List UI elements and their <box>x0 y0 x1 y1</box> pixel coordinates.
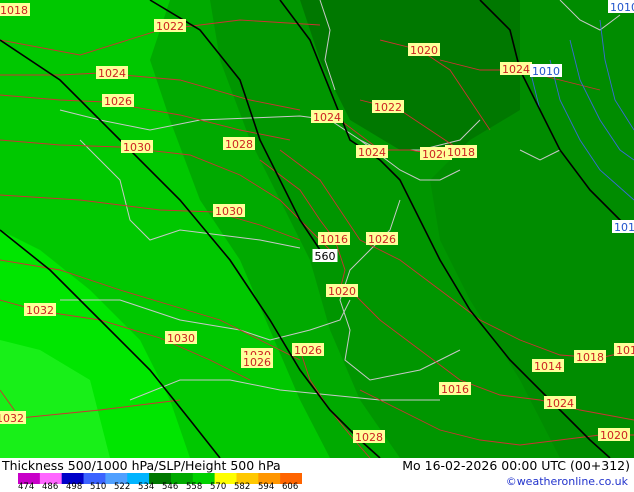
isobar-label: 1030 <box>213 204 245 218</box>
isobar-label: 1028 <box>353 430 385 444</box>
isobar-label-text: 1022 <box>374 101 402 114</box>
isobar-label-text: 1030 <box>167 332 195 345</box>
colorbar-tick-label: 594 <box>258 482 275 492</box>
isobar-label: 1018 <box>0 3 30 17</box>
map-footer: Thickness 500/1000 hPa/SLP/Height 500 hP… <box>0 458 634 492</box>
isobar-label: 1024 <box>311 110 343 124</box>
isobar-label: 1024 <box>544 396 576 410</box>
isobar-label: 1018 <box>445 145 477 159</box>
isobar-label-text: 1020 <box>600 429 628 442</box>
isobar-label: 1030 <box>165 331 197 345</box>
isobar-label-text: 1024 <box>546 397 574 410</box>
isobar-label: 1024 <box>356 145 388 159</box>
isobar-label: 1032 <box>0 411 26 425</box>
isobar-label-text: 1032 <box>26 304 54 317</box>
isobar-label: 1028 <box>223 137 255 151</box>
isobar-label-text: 1028 <box>225 138 253 151</box>
low-isobar-label: 1010 <box>530 64 562 78</box>
isobar-label: 1020 <box>598 428 630 442</box>
colorbar-tick-label: 582 <box>234 482 251 492</box>
colorbar-tick-label: 486 <box>42 482 59 492</box>
isobar-label-text: 1024 <box>98 67 126 80</box>
isobar-label-text: 1026 <box>104 95 132 108</box>
isobar-label-text: 1024 <box>502 63 530 76</box>
isobar-label: 1032 <box>24 303 56 317</box>
colorbar-tick-label: 522 <box>114 482 131 492</box>
height-label: 560 <box>312 249 338 263</box>
isobar-label-text: 1022 <box>156 20 184 33</box>
weather-map: 1018102210241026103010281030103210301030… <box>0 0 634 458</box>
isobar-label-text: 1026 <box>243 356 271 369</box>
isobar-label-text: 1024 <box>313 111 341 124</box>
low-isobar-label-text: 1010 <box>532 65 560 78</box>
isobar-label-text: 1016 <box>441 383 469 396</box>
low-isobar-label-text: 1010 <box>614 221 634 234</box>
isobar-label-text: 1026 <box>294 344 322 357</box>
low-isobar-label: 1010 <box>608 0 634 14</box>
colorbar-tick-label: 498 <box>66 482 83 492</box>
isobar-label-text: 1030 <box>123 141 151 154</box>
low-isobar-label-text: 1010 <box>610 1 634 14</box>
isobar-label: 1020 <box>408 43 440 57</box>
isobar-label-text: 1014 <box>534 360 562 373</box>
isobar-label-text: 1028 <box>355 431 383 444</box>
isobar-label-text: 1020 <box>328 285 356 298</box>
credit-link[interactable]: ©weatheronline.co.uk <box>506 475 628 488</box>
run-info: Mo 16-02-2026 00:00 UTC (00+312) <box>402 458 630 473</box>
isobar-label: 1024 <box>96 66 128 80</box>
isobar-label-text: 1024 <box>358 146 386 159</box>
isobar-label-text: 1016 <box>616 344 634 357</box>
colorbar-tick-label: 474 <box>18 482 35 492</box>
isobar-label-text: 1018 <box>576 351 604 364</box>
isobar-label: 1024 <box>500 62 532 76</box>
isobar-label-text: 1018 <box>0 4 28 17</box>
height-label-text: 560 <box>315 250 336 263</box>
isobar-label: 1030 <box>121 140 153 154</box>
isobar-label-text: 1026 <box>368 233 396 246</box>
low-isobar-label: 1010 <box>612 220 634 234</box>
map-title: Thickness 500/1000 hPa/SLP/Height 500 hP… <box>2 458 281 473</box>
isobar-label-text: 1016 <box>320 233 348 246</box>
isobar-label: 1026 <box>366 232 398 246</box>
isobar-label: 1026 <box>102 94 134 108</box>
isobar-label-text: 1020 <box>410 44 438 57</box>
isobar-label: 1016 <box>439 382 471 396</box>
isobar-label: 1018 <box>574 350 606 364</box>
isobar-label: 1020 <box>326 284 358 298</box>
isobar-label: 1026 <box>241 355 273 369</box>
isobar-label: 1014 <box>532 359 564 373</box>
colorbar-tick-label: 558 <box>186 482 203 492</box>
colorbar-tick-label: 570 <box>210 482 227 492</box>
isobar-label-text: 1032 <box>0 412 24 425</box>
isobar-label: 1022 <box>372 100 404 114</box>
colorbar-tick-label: 534 <box>138 482 155 492</box>
colorbar-tick-label: 510 <box>90 482 107 492</box>
isobar-label: 1016 <box>614 343 634 357</box>
isobar-label: 1022 <box>154 19 186 33</box>
isobar-label-text: 1030 <box>215 205 243 218</box>
colorbar-tick-label: 546 <box>162 482 179 492</box>
colorbar-ticks: 474 486 498 510 522 534 546 558 570 582 594 606 <box>18 482 318 492</box>
isobar-label-text: 1018 <box>447 146 475 159</box>
colorbar-tick-label: 606 <box>282 482 299 492</box>
isobar-label: 1026 <box>292 343 324 357</box>
isobar-label: 1016 <box>318 232 350 246</box>
